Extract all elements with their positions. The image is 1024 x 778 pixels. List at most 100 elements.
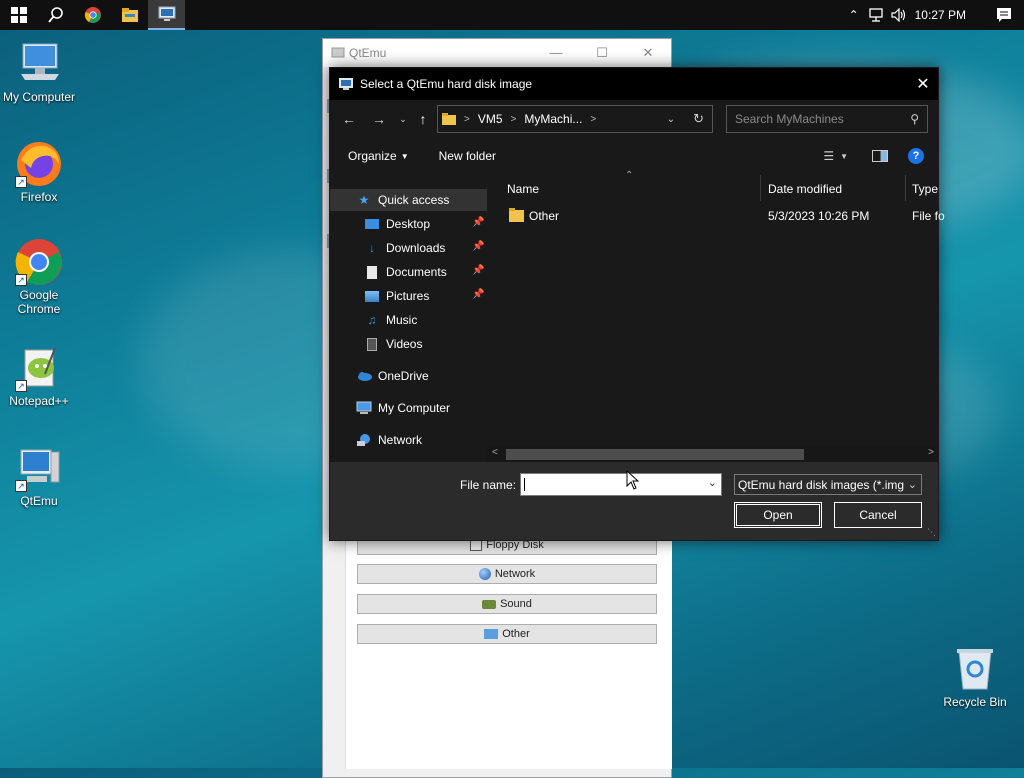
desktop-icon-recycle-bin[interactable]: Recycle Bin [936, 645, 1014, 709]
desktop-icon-qtemu[interactable]: ↗ QtEmu [0, 444, 78, 508]
network-label: Network [494, 568, 536, 580]
back-button[interactable]: ← [340, 110, 358, 128]
sidebar-item-onedrive[interactable]: OneDrive [356, 365, 429, 387]
column-header-type[interactable]: Type [912, 182, 938, 196]
help-icon: ? [912, 150, 920, 162]
sidebar-item-label: Downloads [386, 241, 446, 255]
close-button[interactable]: ✕ [625, 45, 671, 61]
file-date: 5/3/2023 10:26 PM [768, 209, 870, 223]
recent-locations-button[interactable]: ⌄ [394, 110, 412, 128]
column-header-date-modified[interactable]: Date modified [768, 182, 842, 196]
refresh-icon[interactable]: ↻ [693, 111, 704, 127]
view-options-button[interactable]: ☰ ▼ [823, 149, 848, 163]
file-name-input[interactable]: ⌄ [520, 473, 722, 496]
scroll-right-icon[interactable]: > [928, 447, 934, 458]
chevron-down-icon: ▼ [840, 151, 848, 161]
cloud-icon [356, 368, 372, 384]
minimize-button[interactable]: — [533, 45, 579, 61]
arrow-right-icon: → [372, 111, 386, 127]
sound-card-icon [482, 599, 497, 609]
sidebar-item-my-computer[interactable]: My Computer [356, 397, 450, 419]
monitor-icon [339, 78, 353, 90]
breadcrumb-mymachines[interactable]: MyMachi... [524, 112, 582, 126]
cancel-button[interactable]: Cancel [834, 502, 922, 528]
preview-pane-button[interactable] [872, 150, 888, 162]
sidebar-item-label: Music [386, 313, 418, 327]
horizontal-scrollbar[interactable]: < > [487, 446, 938, 463]
open-button[interactable]: Open [734, 502, 822, 528]
breadcrumb-separator-icon: > [590, 113, 597, 125]
file-name-label: File name: [460, 478, 517, 492]
sidebar-item-quick-access[interactable]: ★ Quick access [356, 189, 450, 211]
qtemu-window-title: QtEmu [349, 46, 387, 60]
computer-icon [356, 400, 372, 416]
file-type-value: QtEmu hard disk images (*.img [738, 477, 905, 492]
sidebar-item-documents[interactable]: Documents [364, 261, 447, 283]
taskbar-clock[interactable]: 10:27 PM [909, 8, 984, 22]
chrome-icon [84, 7, 101, 23]
network-button[interactable]: Network [357, 564, 657, 584]
column-divider[interactable] [760, 175, 761, 201]
organize-button[interactable]: Organize ▼ [348, 149, 409, 163]
sidebar-item-pictures[interactable]: Pictures [364, 285, 429, 307]
show-hidden-icons-button[interactable]: ⌃ [843, 0, 865, 30]
desktop-icon-notepad-plus-plus[interactable]: ↗ Notepad++ [0, 344, 78, 408]
search-button[interactable] [37, 0, 74, 30]
file-row[interactable]: Other 5/3/2023 10:26 PM File fo [487, 204, 945, 226]
address-dropdown-icon[interactable]: ⌄ [667, 114, 675, 125]
breadcrumb-vm5[interactable]: VM5 [478, 112, 503, 126]
desktop-icon-label: Firefox [20, 190, 58, 204]
sidebar-item-downloads[interactable]: ↓ Downloads [364, 237, 445, 259]
taskbar-file-explorer[interactable] [111, 0, 148, 30]
sidebar-item-label: Videos [386, 337, 423, 351]
desktop-icon-google-chrome[interactable]: ↗ Google Chrome [0, 238, 78, 316]
text-cursor [524, 478, 525, 491]
column-divider[interactable] [905, 175, 906, 201]
forward-button[interactable]: → [370, 110, 388, 128]
start-button[interactable] [0, 0, 37, 30]
sidebar-item-network[interactable]: Network [356, 429, 422, 451]
taskbar: ⌃ 10:27 PM [0, 0, 1024, 30]
help-button[interactable]: ? [908, 148, 924, 164]
sound-button[interactable]: Sound [357, 594, 657, 614]
desktop-icon-my-computer[interactable]: My Computer [0, 40, 78, 104]
sidebar-item-music[interactable]: ♫ Music [364, 309, 418, 331]
file-type-select[interactable]: QtEmu hard disk images (*.img ⌄ [734, 474, 922, 495]
video-icon [364, 336, 380, 352]
scroll-left-icon[interactable]: < [492, 447, 498, 458]
action-center-button[interactable] [984, 0, 1024, 30]
dialog-close-button[interactable]: ✕ [908, 68, 938, 100]
shortcut-arrow-icon: ↗ [15, 176, 27, 188]
network-tray-button[interactable] [865, 0, 887, 30]
taskbar-chrome[interactable] [74, 0, 111, 30]
new-folder-button[interactable]: New folder [439, 149, 496, 163]
sidebar-item-desktop[interactable]: Desktop [364, 213, 487, 235]
sidebar-item-label: My Computer [378, 401, 451, 415]
star-icon: ★ [358, 193, 370, 207]
column-header-name[interactable]: Name [507, 182, 539, 196]
search-box[interactable]: Search MyMachines ⚲ [726, 105, 928, 133]
scrollbar-thumb[interactable] [506, 449, 804, 460]
file-name: Other [529, 209, 560, 223]
cancel-label: Cancel [859, 508, 897, 522]
chevron-down-icon: ▼ [400, 151, 409, 161]
sidebar-item-videos[interactable]: Videos [364, 333, 422, 355]
maximize-button[interactable]: ☐ [579, 45, 625, 61]
sidebar-item-label: Network [378, 433, 423, 447]
qtemu-app-icon [331, 47, 345, 58]
address-bar[interactable]: > VM5 > MyMachi... > ⌄ ↻ [437, 105, 713, 133]
mouse-cursor-icon [626, 470, 640, 490]
computer-icon [15, 40, 63, 88]
breadcrumb-separator-icon: > [464, 113, 470, 125]
sort-ascending-icon: ⌃ [625, 170, 634, 181]
search-icon [47, 7, 63, 23]
desktop-icon-firefox[interactable]: ↗ Firefox [0, 140, 78, 204]
resize-grip-icon[interactable]: ⋱ [927, 527, 936, 538]
taskbar-qtemu[interactable] [148, 0, 185, 30]
other-button[interactable]: Other [357, 624, 657, 644]
up-button[interactable]: ↑ [414, 110, 432, 128]
volume-tray-button[interactable] [887, 0, 909, 30]
chevron-down-icon[interactable]: ⌄ [708, 476, 717, 489]
other-devices-icon [484, 629, 499, 639]
qtemu-titlebar: QtEmu — ☐ ✕ [323, 39, 671, 67]
